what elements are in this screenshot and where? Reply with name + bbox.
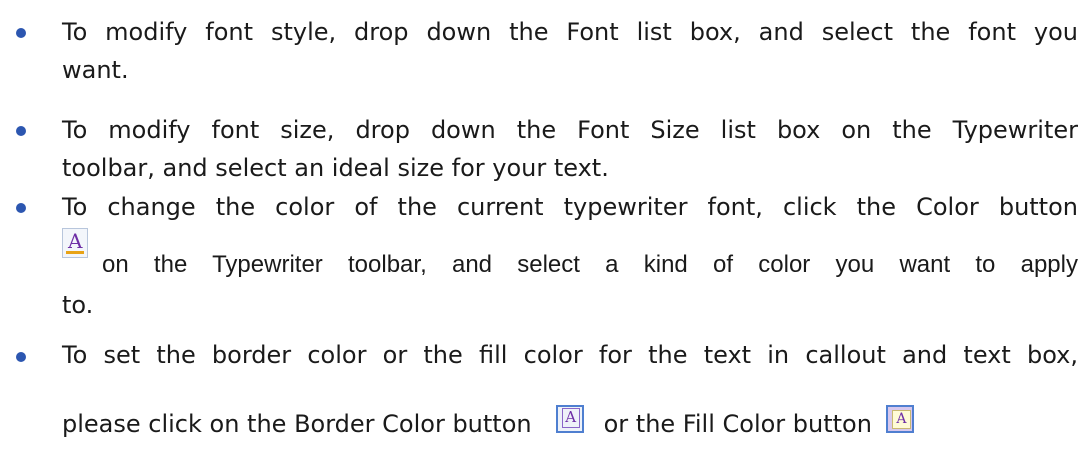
bullet-3-line-3: to. [62,291,94,319]
fill-color-glyph: A [891,410,911,429]
bullet-3-line-1: To change the color of the current typew… [62,193,1078,221]
bullet-4-line-2-part-2: or the Fill Color button [603,410,872,438]
fill-color-icon: A [885,405,914,433]
bullet-1-line-2: want. [62,56,129,84]
border-color-icon: A [555,405,584,433]
font-color-underline [66,251,84,254]
font-color-icon: A [62,228,88,258]
bullet-dot [16,28,26,38]
bullet-dot [16,352,26,362]
bullet-4-line-2: please click on the Border Color button … [62,405,1078,439]
bullet-2-line-1: To modify font size, drop down the Font … [62,116,1078,144]
bullet-dot [16,203,26,213]
bullet-3-line-2: on the Typewriter toolbar, and select a … [102,251,1078,278]
bullet-dot [16,126,26,136]
bullet-2-line-2: toolbar, and select an ideal size for yo… [62,154,609,182]
bullet-1-line-1: To modify font style, drop down the Font… [62,18,1078,46]
bullet-4-line-2-part-1: please click on the Border Color button [62,410,532,438]
bullet-4-line-1: To set the border color or the fill colo… [62,341,1078,369]
border-color-glyph: A [561,408,580,428]
font-color-glyph: A [68,229,83,253]
